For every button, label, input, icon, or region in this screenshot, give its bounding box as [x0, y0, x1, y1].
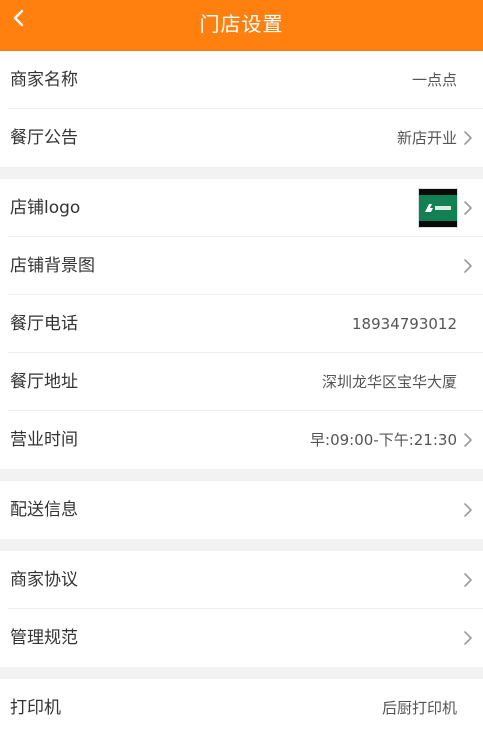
management-rules-label: 管理规范	[10, 628, 78, 648]
restaurant-notice-label: 餐厅公告	[10, 128, 78, 148]
store-logo-row[interactable]: 店铺logo	[0, 179, 483, 237]
merchant-name-row[interactable]: 商家名称 一点点	[0, 51, 483, 109]
store-background-label: 店铺背景图	[10, 256, 95, 276]
merchant-agreement-label: 商家协议	[10, 570, 78, 590]
restaurant-address-value: 深圳龙华区宝华大厦	[321, 373, 457, 391]
logo-mark-icon	[425, 204, 451, 212]
chevron-right-icon	[464, 573, 472, 587]
store-logo-image	[419, 189, 457, 227]
chevron-right-icon	[464, 201, 472, 215]
store-basic-group: 商家名称 一点点 餐厅公告 新店开业	[0, 51, 483, 167]
merchant-name-label: 商家名称	[10, 70, 78, 90]
business-hours-value: 早:09:00-下午:21:30	[310, 431, 457, 449]
business-hours-label: 营业时间	[10, 430, 78, 450]
restaurant-notice-row[interactable]: 餐厅公告 新店开业	[0, 109, 483, 167]
restaurant-notice-value: 新店开业	[396, 129, 457, 147]
restaurant-phone-value: 18934793012	[352, 315, 457, 333]
restaurant-phone-label: 餐厅电话	[10, 314, 78, 334]
delivery-group: 配送信息	[0, 481, 483, 539]
chevron-right-icon	[464, 433, 472, 447]
printer-value: 后厨打印机	[381, 699, 457, 717]
store-detail-group: 店铺logo 店铺背景图 餐厅电话 18934793012 餐厅地址 深圳龙华区…	[0, 179, 483, 469]
merchant-name-value: 一点点	[411, 71, 457, 89]
agreement-group: 商家协议 管理规范	[0, 551, 483, 667]
chevron-right-icon	[464, 631, 472, 645]
delivery-info-row[interactable]: 配送信息	[0, 481, 483, 539]
business-hours-row[interactable]: 营业时间 早:09:00-下午:21:30	[0, 411, 483, 469]
chevron-right-icon	[464, 131, 472, 145]
printer-label: 打印机	[10, 698, 61, 718]
chevron-right-icon	[464, 259, 472, 273]
restaurant-address-label: 餐厅地址	[10, 372, 78, 392]
printer-group: 打印机 后厨打印机	[0, 679, 483, 737]
printer-row[interactable]: 打印机 后厨打印机	[0, 679, 483, 737]
page-title: 门店设置	[199, 12, 284, 36]
store-background-row[interactable]: 店铺背景图	[0, 237, 483, 295]
top-bar: 门店设置	[0, 0, 483, 51]
management-rules-row[interactable]: 管理规范	[0, 609, 483, 667]
merchant-agreement-row[interactable]: 商家协议	[0, 551, 483, 609]
store-logo-label: 店铺logo	[10, 198, 81, 218]
restaurant-phone-row[interactable]: 餐厅电话 18934793012	[0, 295, 483, 353]
chevron-right-icon	[464, 503, 472, 517]
restaurant-address-row[interactable]: 餐厅地址 深圳龙华区宝华大厦	[0, 353, 483, 411]
delivery-info-label: 配送信息	[10, 500, 78, 520]
